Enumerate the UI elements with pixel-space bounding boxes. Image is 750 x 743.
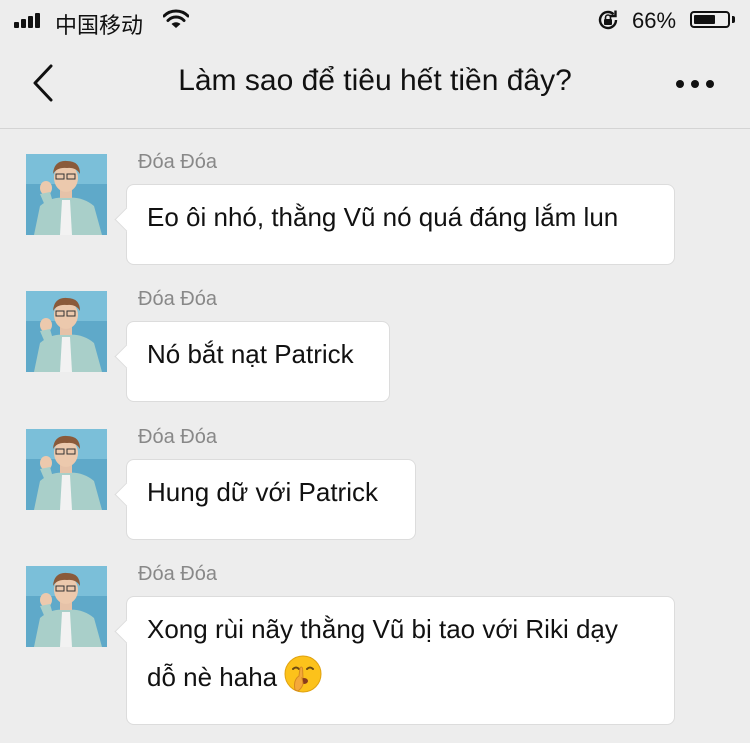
shushing-face-emoji-icon [284,655,322,693]
sender-name: Đóa Đóa [138,563,217,585]
chat-header: Làm sao để tiêu hết tiền đây? [0,40,750,129]
more-options-button[interactable] [668,64,724,100]
avatar[interactable] [26,291,107,372]
battery-icon [690,11,730,28]
message-bubble[interactable]: Nó bắt nạt Patrick [114,321,390,402]
message-bubble[interactable]: Hung dữ với Patrick [114,459,416,540]
avatar[interactable] [26,429,107,510]
bubble-tail [114,207,139,232]
battery-level-fill [694,15,715,24]
carrier-name: 中国移动 [55,13,144,38]
battery-percentage: 66% [632,8,677,33]
sender-name: Đóa Đóa [138,426,217,448]
message-text: Xong rùi nãy thằng Vũ bị tao với Riki dạ… [147,605,654,701]
avatar[interactable] [26,154,107,235]
message-text: Eo ôi nhó, thằng Vũ nó quá đáng lắm lun [147,202,619,232]
message-bubble[interactable]: Eo ôi nhó, thằng Vũ nó quá đáng lắm lun [114,184,675,265]
message-text: Nó bắt nạt Patrick [147,339,354,369]
sender-name: Đóa Đóa [138,288,217,310]
message-text-line-1: Xong rùi nãy thằng Vũ bị tao với Riki dạ… [147,614,618,644]
person-avatar-image [26,154,107,235]
person-avatar-image [26,429,107,510]
sender-name: Đóa Đóa [138,151,217,173]
signal-strength-icon [14,12,46,28]
wifi-icon [163,9,189,28]
person-avatar-image [26,291,107,372]
bubble-tail [114,619,139,644]
bubble-tail [114,482,139,507]
chat-title: Làm sao để tiêu hết tiền đây? [178,64,572,97]
person-avatar-image [26,566,107,647]
message-bubble[interactable]: Xong rùi nãy thằng Vũ bị tao với Riki dạ… [114,596,675,725]
more-dots-icon [676,80,714,88]
status-bar: 中国移动 66% [0,0,750,40]
avatar[interactable] [26,566,107,647]
bubble-tail [114,344,139,369]
rotation-lock-icon [598,10,618,30]
message-text: Hung dữ với Patrick [147,477,378,507]
message-text-line-2: dỗ nè haha [147,662,278,692]
battery-nub [732,16,735,23]
